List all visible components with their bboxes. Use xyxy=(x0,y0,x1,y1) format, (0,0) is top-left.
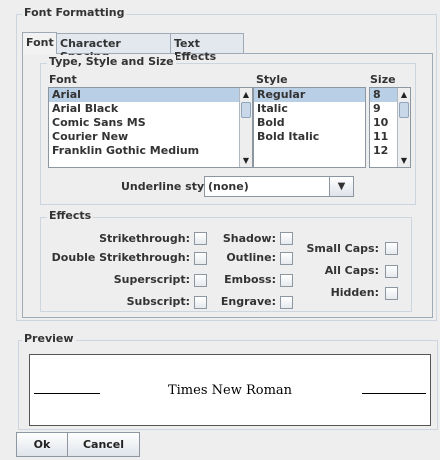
style-list-item[interactable]: Italic xyxy=(254,102,365,116)
font-list-scrollbar[interactable]: ▲ ▼ xyxy=(239,88,252,167)
strikethrough-label: Strikethrough: xyxy=(99,232,190,245)
preview-sample-text: Times New Roman xyxy=(167,383,293,398)
scroll-thumb[interactable] xyxy=(399,102,409,118)
style-header: Style xyxy=(256,73,288,86)
emboss-checkbox[interactable] xyxy=(280,274,293,287)
hidden-label: Hidden: xyxy=(330,286,379,299)
preview-box: Times New Roman xyxy=(29,354,431,426)
hidden-checkbox[interactable] xyxy=(385,287,398,300)
font-list[interactable]: Arial Arial Black Comic Sans MS Courier … xyxy=(48,87,253,168)
size-list[interactable]: 8 9 10 11 12 ▲ ▼ xyxy=(369,87,411,168)
tab-character-spacing[interactable]: Character Spacing xyxy=(56,33,171,63)
size-header: Size xyxy=(370,73,396,86)
dropdown-button[interactable]: ▼ xyxy=(329,177,353,196)
subscript-checkbox[interactable] xyxy=(194,296,207,309)
outline-checkbox[interactable] xyxy=(280,252,293,265)
outline-label: Outline: xyxy=(226,251,276,264)
double-strikethrough-checkbox[interactable] xyxy=(194,252,207,265)
engrave-checkbox[interactable] xyxy=(280,296,293,309)
style-list-item[interactable]: Bold Italic xyxy=(254,130,365,144)
scroll-up-icon[interactable]: ▲ xyxy=(240,88,252,101)
size-list-scrollbar[interactable]: ▲ ▼ xyxy=(397,88,410,167)
style-list-item[interactable]: Bold xyxy=(254,116,365,130)
underline-style-value: (none) xyxy=(208,180,249,193)
double-strikethrough-label: Double Strikethrough: xyxy=(51,251,190,264)
superscript-checkbox[interactable] xyxy=(194,274,207,287)
font-formatting-title: Font Formatting xyxy=(22,6,127,19)
preview-title: Preview xyxy=(22,332,76,345)
all-caps-label: All Caps: xyxy=(324,264,379,277)
ok-button[interactable]: Ok xyxy=(16,432,68,457)
type-style-size-title: Type, Style and Size xyxy=(47,55,176,68)
superscript-label: Superscript: xyxy=(113,273,190,286)
chevron-down-icon: ▼ xyxy=(337,181,346,192)
strikethrough-checkbox[interactable] xyxy=(194,232,207,245)
font-list-item[interactable]: Courier New xyxy=(49,130,252,144)
font-list-item[interactable]: Franklin Gothic Medium xyxy=(49,144,252,158)
shadow-label: Shadow: xyxy=(222,232,276,245)
font-header: Font xyxy=(49,73,77,86)
subscript-label: Subscript: xyxy=(126,295,190,308)
small-caps-label: Small Caps: xyxy=(306,242,380,255)
scroll-down-icon[interactable]: ▼ xyxy=(240,154,252,167)
small-caps-checkbox[interactable] xyxy=(385,242,398,255)
underline-style-label: Underline style xyxy=(121,180,216,193)
style-list-item[interactable]: Regular xyxy=(254,88,365,102)
effects-title: Effects xyxy=(47,209,94,222)
font-list-item[interactable]: Arial xyxy=(49,88,252,102)
scroll-up-icon[interactable]: ▲ xyxy=(398,88,410,101)
engrave-label: Engrave: xyxy=(220,295,276,308)
shadow-checkbox[interactable] xyxy=(280,232,293,245)
tab-font[interactable]: Font xyxy=(22,32,57,54)
font-list-item[interactable]: Arial Black xyxy=(49,102,252,116)
preview-line-right xyxy=(362,393,426,394)
underline-style-select[interactable]: (none) ▼ xyxy=(204,176,354,197)
font-list-item[interactable]: Comic Sans MS xyxy=(49,116,252,130)
style-list[interactable]: Regular Italic Bold Bold Italic xyxy=(253,87,366,168)
scroll-thumb[interactable] xyxy=(241,102,251,118)
scroll-down-icon[interactable]: ▼ xyxy=(398,154,410,167)
cancel-button[interactable]: Cancel xyxy=(67,432,140,457)
tab-text-effects[interactable]: Text Effects xyxy=(170,33,244,63)
emboss-label: Emboss: xyxy=(224,273,276,286)
all-caps-checkbox[interactable] xyxy=(385,265,398,278)
